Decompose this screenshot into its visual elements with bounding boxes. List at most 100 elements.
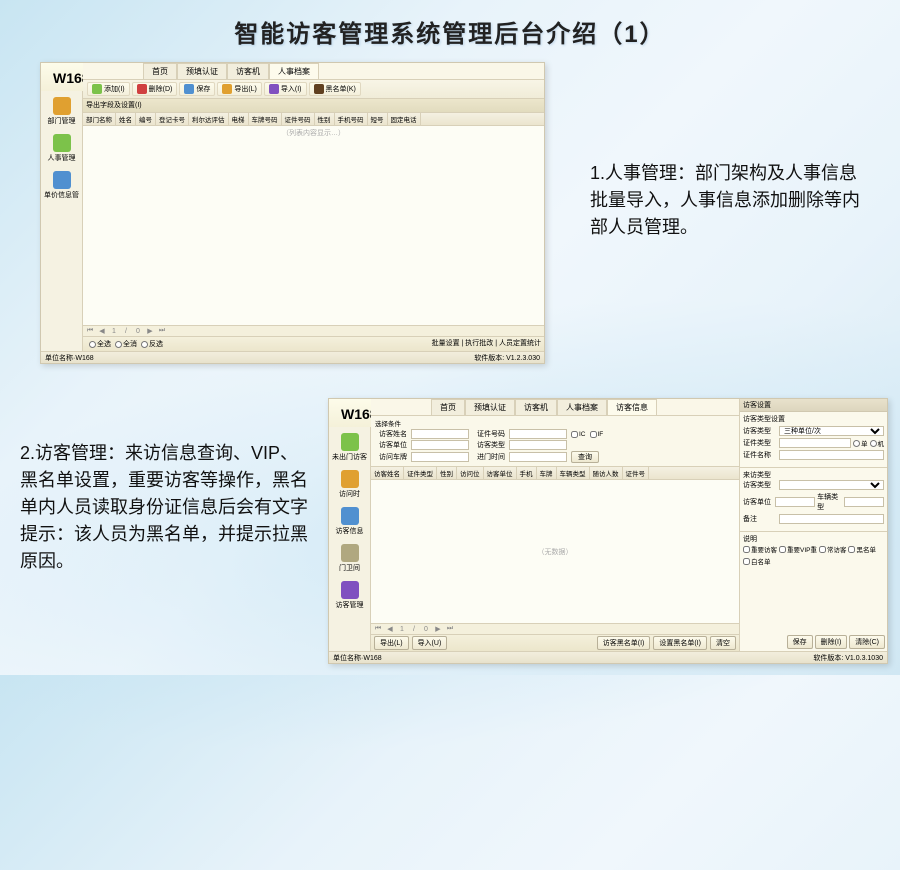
visited-input[interactable] <box>509 440 567 450</box>
col-车辆类型[interactable]: 车辆类型 <box>557 467 590 479</box>
statusbar: 单位名称·W168 软件版本: V1.2.3.030 <box>41 351 544 363</box>
data-grid[interactable]: （列表内容显示…） <box>83 126 544 325</box>
idname-input[interactable] <box>779 450 884 460</box>
tool-导出(L)[interactable]: 导出(L) <box>217 82 262 96</box>
prev-icon[interactable]: ◀ <box>97 327 107 335</box>
col-固定电话[interactable]: 固定电话 <box>388 113 421 125</box>
select-radios: 全选全消反选 <box>86 338 166 350</box>
visitor-unit-input[interactable] <box>411 440 469 450</box>
btn-设置黑名单(I)[interactable]: 设置黑名单(I) <box>653 636 707 650</box>
check-重要VIP重[interactable]: 重要VIP重 <box>779 544 817 554</box>
sidebar-item-访问时[interactable]: 访问时 <box>329 468 370 501</box>
nav-tab-3[interactable]: 人事档案 <box>557 399 607 415</box>
col-访客姓名[interactable]: 访客姓名 <box>371 467 404 479</box>
first-icon[interactable]: ⏮ <box>85 327 95 335</box>
last-icon[interactable]: ⏭ <box>445 625 455 633</box>
first-icon[interactable]: ⏮ <box>373 625 383 633</box>
note-input[interactable] <box>779 514 884 524</box>
col-车牌[interactable]: 车牌 <box>537 467 557 479</box>
sidebar-item-未出门访客[interactable]: 未出门访客 <box>329 431 370 464</box>
radio-全消[interactable]: 全消 <box>115 339 137 349</box>
tool-删除(D)[interactable]: 删除(D) <box>132 82 178 96</box>
card-no-input[interactable] <box>509 429 567 439</box>
visitor-name-input[interactable] <box>411 429 469 439</box>
col-访问位[interactable]: 访问位 <box>457 467 484 479</box>
check-重要访客[interactable]: 重要访客 <box>743 544 777 554</box>
desc-1: 1.人事管理：部门架构及人事信息批量导入，人事信息添加删除等内部人员管理。 <box>590 160 870 241</box>
ic-checkbox[interactable] <box>571 431 578 438</box>
btn-保存[interactable]: 保存 <box>787 635 813 649</box>
col-短号[interactable]: 短号 <box>368 113 388 125</box>
nav-tab-2[interactable]: 访客机 <box>515 399 557 415</box>
col-随访人数[interactable]: 随访人数 <box>590 467 623 479</box>
next-icon[interactable]: ▶ <box>433 625 443 633</box>
col-手机号码[interactable]: 手机号码 <box>335 113 368 125</box>
col-利尔达评估[interactable]: 利尔达评估 <box>189 113 229 125</box>
vtype-select[interactable]: 三种单位/次 <box>779 426 884 436</box>
nav-tab-0[interactable]: 首页 <box>431 399 465 415</box>
btn-导入(U)[interactable]: 导入(U) <box>412 636 448 650</box>
idtype-input[interactable] <box>779 438 851 448</box>
col-编号[interactable]: 编号 <box>136 113 156 125</box>
radio-反选[interactable]: 反选 <box>141 339 163 349</box>
unittype-select[interactable] <box>779 480 884 490</box>
nav-tab-0[interactable]: 首页 <box>143 63 177 79</box>
nav-tab-2[interactable]: 访客机 <box>227 63 269 79</box>
nav-tab-1[interactable]: 预填认证 <box>465 399 515 415</box>
prev-icon[interactable]: ◀ <box>385 625 395 633</box>
tool-导入(I)[interactable]: 导入(I) <box>264 82 307 96</box>
nav-tabs: 首页预填认证访客机人事档案访客信息 <box>371 399 739 416</box>
col-登记卡号[interactable]: 登记卡号 <box>156 113 189 125</box>
col-证件类型[interactable]: 证件类型 <box>404 467 437 479</box>
btn-清除(C)[interactable]: 清除(C) <box>849 635 885 649</box>
col-性别[interactable]: 性别 <box>315 113 335 125</box>
radio-全选[interactable]: 全选 <box>89 339 111 349</box>
check-白名单[interactable]: 白名单 <box>743 556 771 566</box>
tool-保存[interactable]: 保存 <box>179 82 215 96</box>
col-证件号码[interactable]: 证件号码 <box>282 113 315 125</box>
col-证件号[interactable]: 证件号 <box>623 467 650 479</box>
col-部门名称[interactable]: 部门名称 <box>83 113 116 125</box>
sidebar-item-dept[interactable]: 部门管理 <box>41 95 82 128</box>
window-personnel: W168智能访客系统 主页系统维护帮助 人事管理访客管理 部门管理 人事管理 单… <box>40 62 545 364</box>
page-title: 智能访客管理系统管理后台介绍（1） <box>0 0 900 49</box>
nav-tab-4[interactable]: 访客信息 <box>607 399 657 415</box>
sidebar-item-card[interactable]: 单价信息管 <box>41 169 82 202</box>
col-性别[interactable]: 性别 <box>437 467 457 479</box>
nav-tab-1[interactable]: 预填认证 <box>177 63 227 79</box>
col-姓名[interactable]: 姓名 <box>116 113 136 125</box>
cartype-input[interactable] <box>844 497 884 507</box>
col-访客单位[interactable]: 访客单位 <box>484 467 517 479</box>
car-no-input[interactable] <box>411 452 469 462</box>
btn-导出(L)[interactable]: 导出(L) <box>374 636 409 650</box>
sidebar-item-person[interactable]: 人事管理 <box>41 132 82 165</box>
col-电梯[interactable]: 电梯 <box>229 113 249 125</box>
date-input[interactable] <box>509 452 567 462</box>
tool-添加(I)[interactable]: 添加(I) <box>87 82 130 96</box>
subtool-bar[interactable]: 导出字段及设置(I) <box>83 99 544 113</box>
last-icon[interactable]: ⏭ <box>157 327 167 335</box>
data-grid[interactable]: （无数据） <box>371 480 739 623</box>
sidebar: 未出门访客访问时访客信息门卫间访客管理 <box>329 427 371 651</box>
next-icon[interactable]: ▶ <box>145 327 155 335</box>
right-buttons: 保存删除(I)清除(C) <box>740 633 887 651</box>
sidebar-item-访客信息[interactable]: 访客信息 <box>329 505 370 538</box>
nav-tab-3[interactable]: 人事档案 <box>269 63 319 79</box>
unitname-input[interactable] <box>775 497 815 507</box>
search-form: 选择条件 访客姓名 证件号码 IC IF 访客单位 访客类型 访问车牌 进门时间… <box>371 416 739 467</box>
check-黑名单[interactable]: 黑名单 <box>848 544 876 554</box>
col-手机[interactable]: 手机 <box>517 467 537 479</box>
if-checkbox[interactable] <box>590 431 597 438</box>
check-常访客[interactable]: 常访客 <box>819 544 847 554</box>
btn-清空[interactable]: 清空 <box>710 636 736 650</box>
btn-访客黑名单(I)[interactable]: 访客黑名单(I) <box>597 636 651 650</box>
sidebar-item-门卫间[interactable]: 门卫间 <box>329 542 370 575</box>
tool-黑名单(K)[interactable]: 黑名单(K) <box>309 82 361 96</box>
btn-删除(I)[interactable]: 删除(I) <box>815 635 848 649</box>
desc-2: 2.访客管理：来访信息查询、VIP、黑名单设置，重要访客等操作，黑名单内人员读取… <box>20 440 310 575</box>
col-车牌号码[interactable]: 车牌号码 <box>249 113 282 125</box>
sidebar-item-访客管理[interactable]: 访客管理 <box>329 579 370 612</box>
footer-right[interactable]: 批量设置 | 执行批改 | 人员定置统计 <box>432 338 541 350</box>
right-panel: 访客设置 访客类型设置 访客类型三种单位/次 证件类型单机 证件名称 来访类型 … <box>739 399 887 651</box>
query-button[interactable]: 查询 <box>571 451 599 463</box>
